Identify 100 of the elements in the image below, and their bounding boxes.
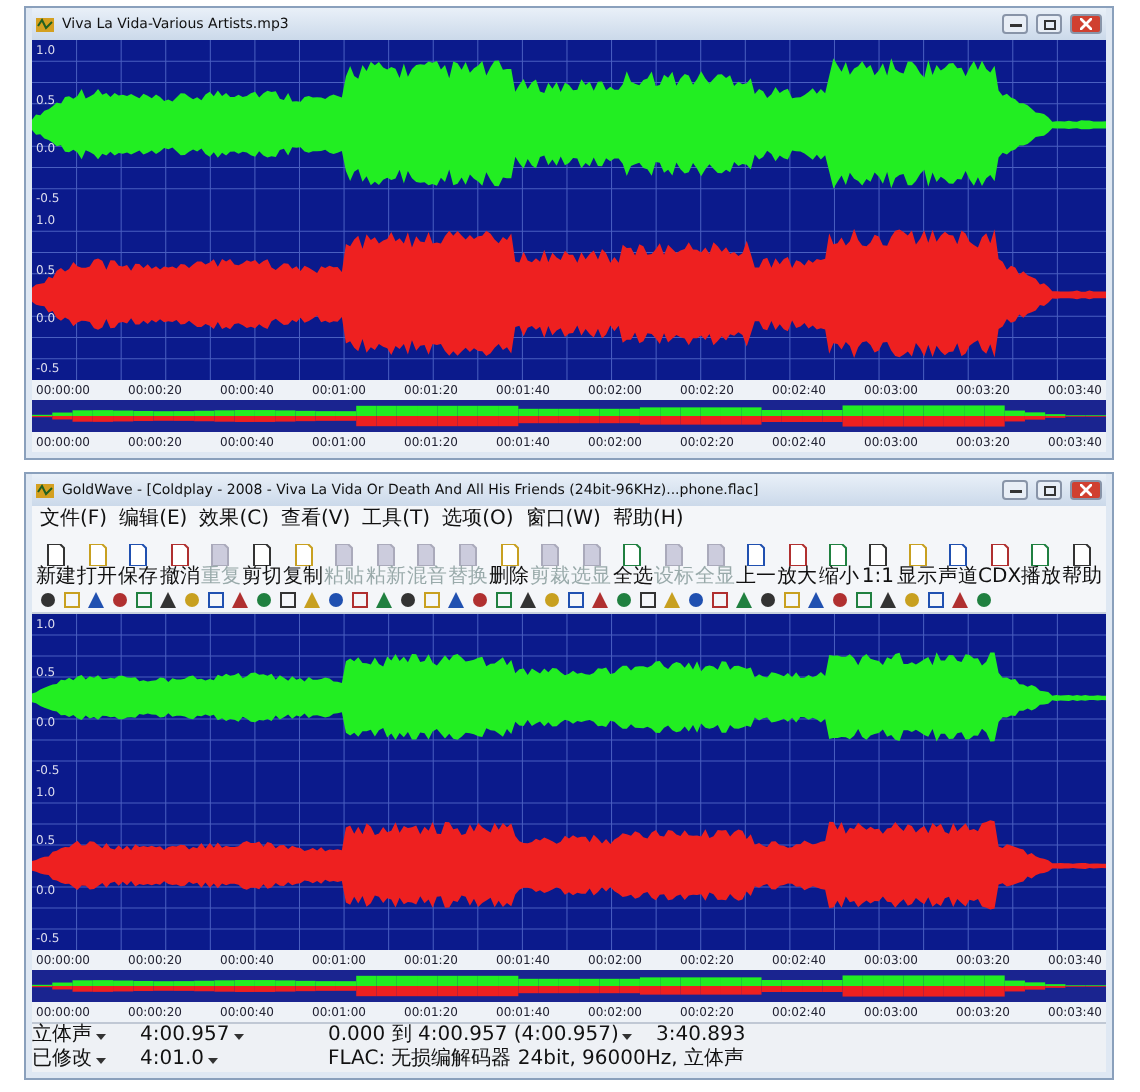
page-icon (622, 544, 643, 566)
toolbar-button[interactable]: 声道 (938, 532, 979, 588)
page-icon (499, 544, 520, 566)
menu-item[interactable]: 文件(F) (40, 507, 108, 531)
toolbar-button[interactable]: 播放 (1020, 532, 1061, 588)
toolbar-button[interactable]: 撤消 (159, 532, 200, 588)
close-icon (1080, 484, 1092, 496)
toolbar-button[interactable]: 上一 (736, 532, 777, 588)
app-icon (36, 481, 54, 499)
triangle-icon[interactable] (880, 592, 896, 608)
triangle-icon[interactable] (808, 592, 824, 608)
toolbar-button[interactable]: 删除 (489, 532, 530, 588)
toolbar-button[interactable]: 放大 (777, 532, 818, 588)
menu-item[interactable]: 查看(V) (280, 507, 351, 531)
page-icon (251, 544, 272, 566)
minimize-icon (1009, 486, 1021, 494)
status-text: 3:40.893 (656, 1024, 746, 1047)
circle-icon[interactable] (472, 592, 488, 608)
page-icon (210, 544, 231, 566)
menu-item[interactable]: 选项(O) (442, 507, 514, 531)
square-icon[interactable] (208, 592, 224, 608)
maximize-icon (1043, 485, 1055, 495)
page-icon (948, 544, 969, 566)
page-icon (787, 544, 808, 566)
toolbar-button[interactable]: 显示 (897, 532, 938, 588)
square-icon[interactable] (352, 592, 368, 608)
close-button[interactable] (1070, 14, 1102, 34)
close-button[interactable] (1070, 480, 1102, 500)
maximize-icon (1043, 19, 1055, 29)
menu-item[interactable]: 效果(C) (199, 507, 269, 531)
square-icon[interactable] (568, 592, 584, 608)
page-icon (581, 544, 602, 566)
menu-item[interactable]: 编辑(E) (119, 507, 188, 531)
caret-icon (208, 1057, 218, 1063)
toolbar-button[interactable]: 帮助 (1062, 532, 1102, 588)
status-text: FLAC: 无损编解码器 24bit, 96000Hz, 立体声 (328, 1048, 744, 1072)
circle-icon[interactable] (328, 592, 344, 608)
toolbar-button[interactable]: 全选 (612, 532, 653, 588)
caret-icon (233, 1033, 244, 1039)
triangle-icon[interactable] (232, 592, 248, 608)
minimize-icon (1009, 20, 1021, 28)
page-icon (828, 544, 849, 566)
page-icon (1030, 544, 1051, 566)
page-icon (293, 544, 314, 566)
toolbar-button[interactable]: 保存 (118, 532, 159, 588)
triangle-icon[interactable] (952, 592, 968, 608)
status-text: 0.000 到 4:00.957 (4:00.957) (328, 1024, 619, 1047)
circle-icon[interactable] (760, 592, 776, 608)
circle-icon[interactable] (688, 592, 704, 608)
toolbar-button[interactable]: 复制 (283, 532, 324, 588)
page-icon (169, 544, 190, 566)
triangle-icon[interactable] (88, 592, 104, 608)
circle-icon[interactable] (112, 592, 128, 608)
close-icon (1080, 18, 1092, 30)
circle-icon[interactable] (400, 592, 416, 608)
status-text: 立体声 (32, 1024, 92, 1048)
triangle-icon[interactable] (160, 592, 176, 608)
page-icon (334, 544, 355, 566)
square-icon[interactable] (280, 592, 296, 608)
menu-item[interactable]: 工具(T) (362, 507, 431, 531)
square-icon[interactable] (928, 592, 944, 608)
page-icon (87, 544, 108, 566)
triangle-icon[interactable] (592, 592, 608, 608)
caret-icon (622, 1033, 633, 1039)
maximize-button[interactable] (1036, 14, 1062, 34)
page-icon (457, 544, 478, 566)
toolbar-button[interactable]: 打开 (77, 532, 118, 588)
triangle-icon[interactable] (520, 592, 536, 608)
page-icon (128, 544, 149, 566)
status-text: 4:00.957 (140, 1024, 230, 1048)
page-icon (663, 544, 684, 566)
toolbar-button[interactable]: 剪切 (241, 532, 282, 588)
page-icon (746, 544, 767, 566)
page-icon (375, 544, 396, 566)
menu-item[interactable]: 帮助(H) (612, 507, 684, 531)
circle-icon[interactable] (40, 592, 56, 608)
caret-icon (96, 1057, 106, 1063)
page-icon (705, 544, 725, 566)
toolbar-button[interactable]: 1:1 (859, 532, 897, 588)
app-icon (36, 15, 54, 33)
menu-item[interactable]: 窗口(W) (525, 507, 601, 531)
minimize-button[interactable] (1002, 480, 1028, 500)
status-text: 已修改 (32, 1048, 92, 1072)
page-icon (867, 544, 888, 566)
square-icon[interactable] (712, 592, 728, 608)
toolbar-button[interactable]: 缩小 (818, 532, 859, 588)
page-icon (989, 544, 1010, 566)
maximize-button[interactable] (1036, 480, 1062, 500)
page-icon (46, 544, 66, 566)
minimize-button[interactable] (1002, 14, 1028, 34)
triangle-icon[interactable] (448, 592, 464, 608)
status-text: 4:01.0 (140, 1048, 204, 1072)
caret-icon (96, 1033, 106, 1039)
page-icon (907, 544, 928, 566)
toolbar-button[interactable]: CDX (979, 532, 1020, 588)
circle-icon[interactable] (832, 592, 848, 608)
toolbar-button[interactable]: 新建 (36, 532, 76, 588)
page-icon (540, 544, 561, 566)
page-icon (416, 544, 437, 566)
square-icon[interactable] (640, 592, 656, 608)
